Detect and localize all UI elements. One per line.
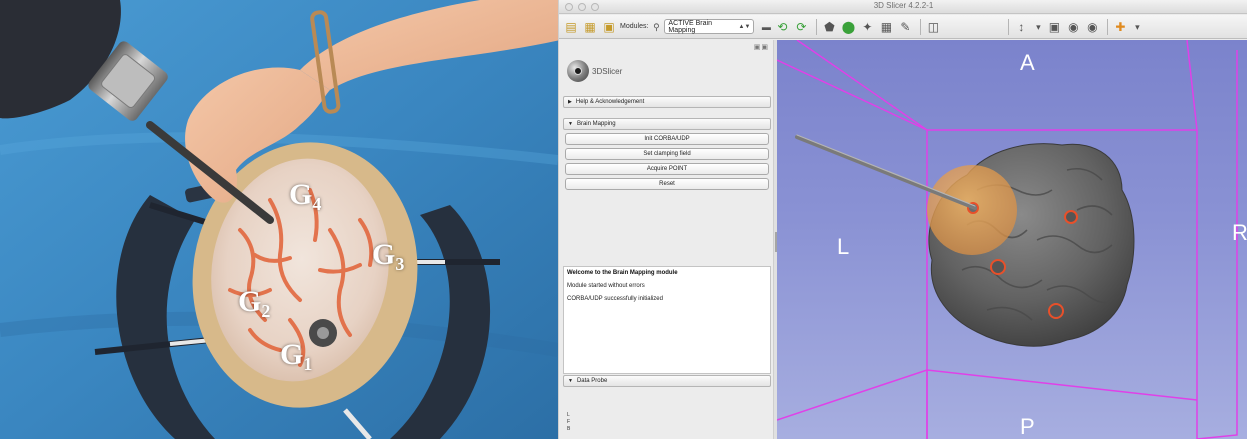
shield-icon[interactable]: ⬟ bbox=[821, 19, 837, 35]
sensor-core bbox=[317, 327, 329, 339]
chart-icon[interactable]: ▦ bbox=[878, 19, 894, 35]
marker-index: 4 bbox=[312, 194, 322, 214]
set-clamping-field-button[interactable]: Set clamping field bbox=[565, 148, 769, 160]
pen-icon[interactable]: ✎ bbox=[897, 19, 913, 35]
updown-arrows-icon: ▲▼ bbox=[738, 23, 751, 30]
slicer-logo-text: 3DSlicer bbox=[592, 67, 623, 76]
orientation-label-left: L bbox=[837, 234, 850, 259]
module-selector[interactable]: ACTIVE Brain Mapping ▲▼ bbox=[664, 19, 755, 34]
save-icon[interactable]: ▣ bbox=[601, 19, 617, 35]
modules-label: Modules: bbox=[620, 23, 649, 30]
mouse-mode-icon[interactable]: ↕ bbox=[1013, 19, 1029, 35]
log-title: Welcome to the Brain Mapping module bbox=[567, 270, 678, 276]
mouse-mode-menu-icon[interactable]: ▾ bbox=[1032, 19, 1044, 35]
section-brain-mapping[interactable]: ▼ Brain Mapping bbox=[563, 118, 771, 130]
reset-button[interactable]: Reset bbox=[565, 178, 769, 190]
marker-index: 2 bbox=[261, 301, 271, 321]
marker-letter: G bbox=[289, 178, 313, 211]
layout-icon[interactable]: ▬ bbox=[760, 19, 772, 35]
window-titlebar[interactable]: 3D Slicer 4.2.2-1 bbox=[559, 0, 1247, 14]
crosshair-icon[interactable]: ✦ bbox=[859, 19, 875, 35]
marker-label-g3: G3 bbox=[372, 238, 404, 275]
orientation-label-posterior: P bbox=[1020, 414, 1035, 439]
toolbar-separator bbox=[1008, 18, 1010, 35]
section-help-acknowledgement[interactable]: ▶ Help & Acknowledgement bbox=[563, 96, 771, 108]
marker-index: 1 bbox=[303, 354, 313, 374]
fiducial-marker bbox=[1064, 210, 1078, 224]
slicer-window: 3D Slicer 4.2.2-1 ▤ ▦ ▣ Modules: ⚲ ACTIV… bbox=[558, 0, 1247, 439]
toolbar-separator bbox=[920, 18, 922, 35]
section-title: Data Probe bbox=[576, 378, 608, 384]
marker-index: 3 bbox=[395, 254, 405, 274]
load-data-icon[interactable]: ▤ bbox=[563, 19, 579, 35]
scene-view-icon[interactable]: ◉ bbox=[1084, 19, 1100, 35]
orientation-label-anterior: A bbox=[1020, 50, 1035, 75]
screenshot-icon[interactable]: ▣ bbox=[1046, 19, 1062, 35]
marker-label-g4: G4 bbox=[289, 178, 321, 215]
module-panel: ▣▣ 3DSlicer ▶ Help & Acknowledgement ▼ B… bbox=[561, 40, 773, 439]
forward-icon[interactable]: ⟳ bbox=[793, 19, 809, 35]
slicer-logo-dot bbox=[574, 67, 582, 75]
fiducial-marker bbox=[990, 259, 1006, 275]
section-title: Brain Mapping bbox=[576, 121, 616, 127]
load-dcm-icon[interactable]: ▦ bbox=[582, 19, 598, 35]
figure-root: G4 G3 G2 G1 3D Slicer 4.2.2-1 ▤ ▦ ▣ Modu… bbox=[0, 0, 1247, 439]
init-corba-udp-button[interactable]: Init CORBA/UDP bbox=[565, 133, 769, 145]
collapse-arrow-icon: ▼ bbox=[568, 121, 573, 127]
log-output[interactable]: Welcome to the Brain Mapping module Modu… bbox=[563, 266, 771, 374]
marker-label-g2: G2 bbox=[238, 285, 270, 322]
window-title: 3D Slicer 4.2.2-1 bbox=[873, 1, 934, 10]
phantom-photo: G4 G3 G2 G1 bbox=[0, 0, 558, 439]
probe-letter: F bbox=[567, 419, 571, 425]
collapse-arrow-icon: ▼ bbox=[568, 378, 573, 384]
log-line: CORBA/UDP successfully initialized bbox=[567, 296, 663, 302]
marker-letter: G bbox=[280, 338, 304, 371]
zoom-icon[interactable]: ◫ bbox=[925, 19, 941, 35]
marker-letter: G bbox=[238, 285, 262, 318]
probe-letter: B bbox=[567, 426, 571, 432]
phantom-photo-drawing bbox=[0, 0, 558, 439]
data-probe-readout: L F B bbox=[567, 412, 570, 433]
panel-dock-controls-icon[interactable]: ▣▣ bbox=[754, 43, 769, 51]
place-fiducial-icon[interactable]: ✚ bbox=[1112, 19, 1128, 35]
main-toolbar: ▤ ▦ ▣ Modules: ⚲ ACTIVE Brain Mapping ▲▼… bbox=[559, 15, 1247, 39]
3d-view[interactable]: A L R P bbox=[777, 40, 1247, 439]
log-line: Module started without errors bbox=[567, 283, 645, 289]
place-fiducial-menu-icon[interactable]: ▾ bbox=[1131, 19, 1143, 35]
toolbar-separator bbox=[816, 18, 818, 35]
section-data-probe[interactable]: ▼ Data Probe bbox=[563, 375, 771, 387]
fiducial-marker bbox=[1048, 303, 1064, 319]
orientation-label-right: R bbox=[1232, 220, 1247, 245]
section-title: Help & Acknowledgement bbox=[575, 99, 645, 105]
camera-icon[interactable]: ◉ bbox=[1065, 19, 1081, 35]
expand-arrow-icon: ▶ bbox=[568, 99, 572, 105]
marker-label-g1: G1 bbox=[280, 338, 312, 375]
probe-letter: L bbox=[567, 412, 570, 418]
acquire-point-button[interactable]: Acquire POINT bbox=[565, 163, 769, 175]
search-icon[interactable]: ⚲ bbox=[650, 19, 662, 35]
marker-letter: G bbox=[372, 238, 396, 271]
tracked-tool-highlight bbox=[796, 134, 976, 207]
module-selector-value: ACTIVE Brain Mapping bbox=[668, 19, 712, 34]
back-icon[interactable]: ⟲ bbox=[774, 19, 790, 35]
model-icon[interactable]: ⬤ bbox=[840, 19, 856, 35]
toolbar-separator bbox=[1107, 18, 1109, 35]
